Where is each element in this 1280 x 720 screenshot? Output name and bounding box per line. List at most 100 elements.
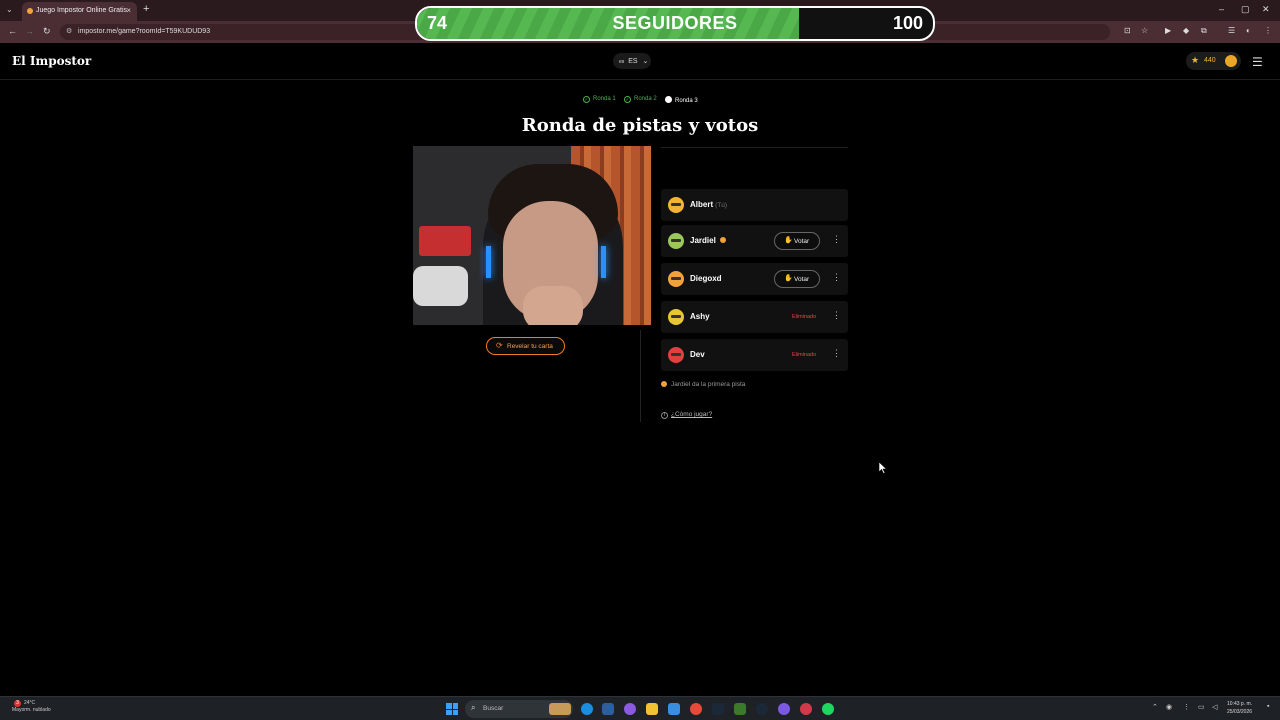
player-row: Jardiel ✋ Votar ⋮	[661, 225, 848, 257]
divider	[640, 330, 641, 422]
follower-label: SEGUIDORES	[612, 13, 738, 33]
microphone-icon[interactable]: ⋮	[1183, 703, 1190, 711]
extension-icon[interactable]: ◆	[1183, 26, 1189, 35]
hand-icon: ✋	[784, 275, 793, 282]
maximize-icon[interactable]: ▢	[1241, 4, 1250, 15]
how-to-play-link[interactable]: i ¿Cómo jugar?	[661, 411, 712, 419]
player-avatar	[668, 233, 684, 249]
bookmark-star-icon[interactable]: ☆	[1141, 26, 1148, 35]
reload-icon[interactable]: ↻	[43, 26, 51, 37]
star-icon: ★	[1191, 55, 1200, 65]
player-avatar	[668, 197, 684, 213]
copilot-icon[interactable]	[624, 703, 636, 715]
windows-start-icon[interactable]	[446, 703, 458, 715]
weather-widget[interactable]: 3 24°C Mayorm. nublado	[12, 700, 51, 714]
widget-image-icon[interactable]	[549, 703, 571, 715]
player-avatar	[668, 271, 684, 287]
more-options-icon[interactable]: ⋮	[832, 348, 841, 359]
player-avatar	[668, 347, 684, 363]
more-options-icon[interactable]: ⋮	[832, 310, 841, 321]
site-logo[interactable]: El Impostor	[12, 54, 91, 68]
extension-icon[interactable]: ▶	[1165, 26, 1171, 35]
more-options-icon[interactable]: ⋮	[832, 234, 841, 245]
player-name: Jardiel	[690, 236, 716, 245]
divider	[661, 147, 848, 148]
steam-icon[interactable]	[712, 703, 724, 715]
reveal-card-label: Revelar tu carta	[507, 343, 553, 350]
tab-close-icon[interactable]: ×	[126, 6, 131, 15]
profile-icon[interactable]: ◐	[1246, 26, 1251, 35]
player-row: Ashy Eliminado ⋮	[661, 301, 848, 333]
notifications-icon[interactable]: ▪	[1267, 703, 1269, 710]
player-name: Ashy	[690, 312, 710, 321]
file-explorer-icon[interactable]	[646, 703, 658, 715]
tab-search-icon[interactable]: ⌄	[6, 5, 13, 14]
steam-icon[interactable]	[756, 703, 768, 715]
spotify-icon[interactable]	[822, 703, 834, 715]
turn-indicator-icon	[719, 237, 726, 243]
player-row: Dev Eliminado ⋮	[661, 339, 848, 371]
round-step: ✓ Ronda 2	[624, 96, 657, 103]
player-avatar	[668, 309, 684, 325]
eliminated-badge: Eliminado	[792, 314, 817, 320]
reveal-card-button[interactable]: ⟳ Revelar tu carta	[486, 337, 565, 355]
page-title: Ronda de pistas y votos	[521, 115, 759, 136]
coins-count: 440	[1204, 57, 1216, 64]
forward-icon[interactable]: →	[25, 26, 34, 36]
back-icon[interactable]: ←	[8, 26, 17, 36]
store-icon[interactable]	[602, 703, 614, 715]
app-icon[interactable]	[800, 703, 812, 715]
new-tab-button[interactable]: +	[143, 3, 149, 15]
minimize-icon[interactable]: –	[1219, 4, 1224, 14]
extension-icon[interactable]: ☰	[1228, 26, 1235, 35]
display-icon[interactable]: ▭	[1198, 703, 1205, 711]
more-options-icon[interactable]: ⋮	[832, 272, 841, 283]
hand-icon: ✋	[784, 237, 793, 244]
volume-icon[interactable]: ◁	[1212, 703, 1217, 711]
close-window-icon[interactable]: ✕	[1262, 4, 1270, 15]
vote-button[interactable]: ✋ Votar	[774, 270, 820, 288]
minecraft-icon[interactable]	[734, 703, 746, 715]
tab-title: Juego Impostor Online Gratis	[36, 7, 128, 14]
chevron-down-icon: ⌄	[642, 58, 649, 65]
tray-app-icon[interactable]: ◉	[1166, 703, 1172, 711]
search-icon: ⌕	[471, 703, 476, 712]
mail-icon[interactable]	[668, 703, 680, 715]
turn-hint: Jardiel da la primera pista	[661, 381, 745, 388]
install-icon[interactable]: ⊡	[1124, 26, 1131, 35]
mouse-cursor-icon	[879, 462, 887, 474]
player-row: Diegoxd ✋ Votar ⋮	[661, 263, 848, 295]
player-name: Diegoxd	[690, 274, 722, 283]
favicon-icon	[27, 8, 33, 14]
refresh-icon: ⟳	[496, 341, 503, 350]
language-code: ES	[628, 58, 638, 65]
hint-dot-icon	[661, 381, 667, 387]
extensions-puzzle-icon[interactable]: ⧉	[1201, 26, 1207, 36]
follower-goal-overlay: 74 SEGUIDORES 100	[415, 6, 935, 41]
search-placeholder: Buscar	[483, 705, 504, 712]
menu-icon[interactable]: ☰	[1252, 55, 1263, 69]
discord-icon[interactable]	[778, 703, 790, 715]
round-step: ✓ Ronda 1	[583, 96, 616, 103]
vote-button[interactable]: ✋ Votar	[774, 232, 820, 250]
system-clock[interactable]: 10:43 p. m. 25/03/2026	[1227, 700, 1252, 716]
windows-taskbar: 3 24°C Mayorm. nublado ⌕ Buscar ⌃ ◉ ⋮ ▭ …	[0, 696, 1280, 720]
edge-icon[interactable]	[581, 703, 593, 715]
follower-goal: 100	[892, 13, 923, 33]
tray-chevron-icon[interactable]: ⌃	[1152, 703, 1158, 711]
clock-time: 10:43 p. m.	[1227, 701, 1253, 707]
browser-tab[interactable]: Juego Impostor Online Gratis ×	[22, 2, 137, 21]
current-dot-icon	[665, 96, 672, 103]
language-selector[interactable]: es ES ⌄	[613, 53, 651, 69]
chrome-icon[interactable]	[690, 703, 702, 715]
site-info-icon[interactable]: ⚙	[66, 27, 72, 35]
player-name: Albert	[690, 200, 714, 209]
player-row: Albert (Tú)	[661, 189, 848, 221]
coins-badge[interactable]: ★ 440	[1186, 52, 1241, 70]
webcam-video	[413, 146, 651, 325]
browser-menu-icon[interactable]: ⋮	[1264, 26, 1272, 35]
you-tag: (Tú)	[715, 202, 728, 209]
url-text: impostor.me/game?roomId=T59KUDUD93	[78, 28, 211, 35]
eliminated-badge: Eliminado	[792, 352, 817, 358]
language-flag: es	[619, 59, 625, 65]
